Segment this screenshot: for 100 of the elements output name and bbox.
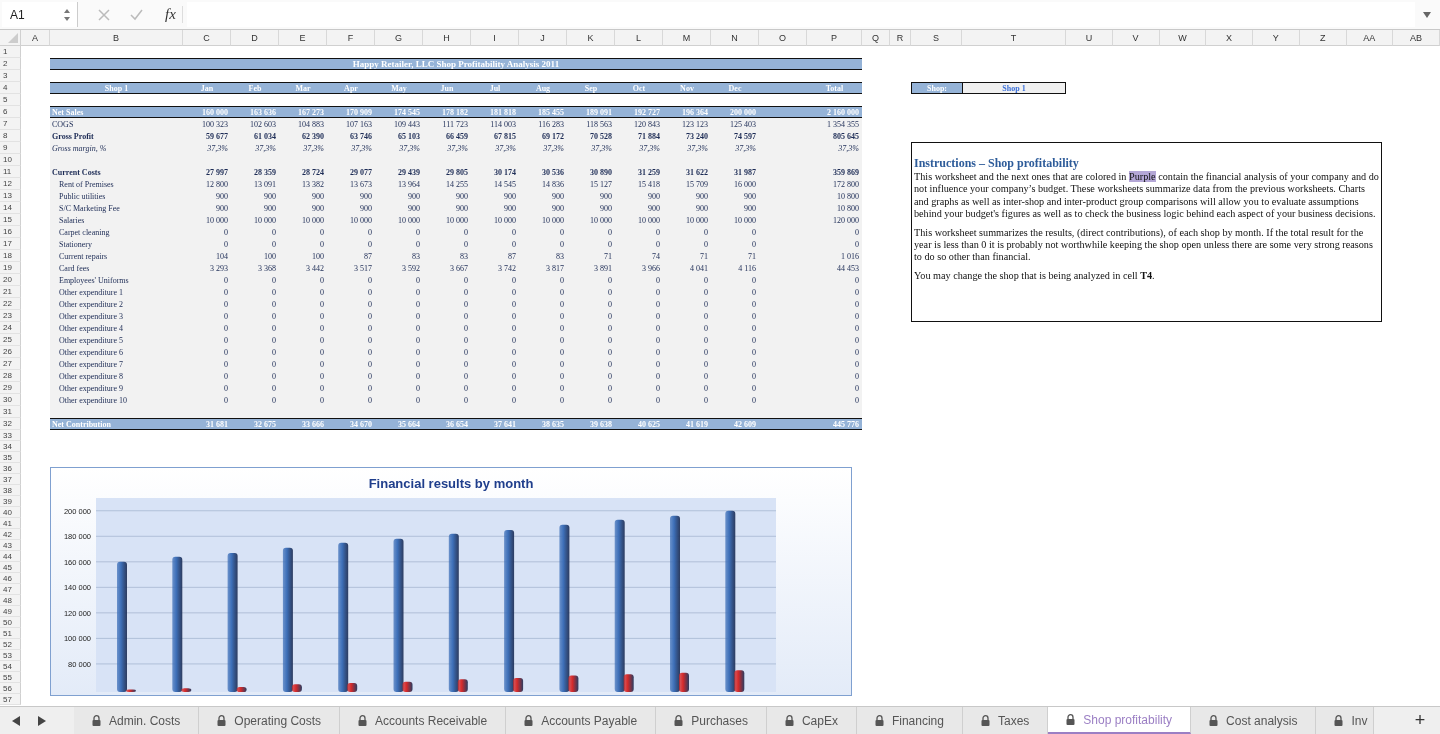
column-header[interactable]: D (231, 30, 279, 46)
row-header[interactable]: 55 (0, 672, 21, 683)
scroll-right-icon[interactable] (38, 715, 46, 726)
row-header[interactable]: 51 (0, 628, 21, 639)
row-header[interactable]: 45 (0, 562, 21, 573)
column-header[interactable]: F (327, 30, 375, 46)
row-header[interactable]: 6 (0, 106, 21, 118)
column-header[interactable]: O (759, 30, 807, 46)
row-header[interactable]: 27 (0, 358, 21, 370)
row-header[interactable]: 49 (0, 606, 21, 617)
column-header[interactable]: AA (1346, 30, 1394, 46)
row-header[interactable]: 21 (0, 286, 21, 298)
row-header[interactable]: 8 (0, 130, 21, 142)
row-header[interactable]: 29 (0, 382, 21, 394)
row-header[interactable]: 14 (0, 202, 21, 214)
column-header[interactable]: J (519, 30, 567, 46)
row-header[interactable]: 10 (0, 154, 21, 166)
sheet-tab[interactable]: Operating Costs (199, 707, 341, 734)
column-header[interactable]: Y (1253, 30, 1300, 46)
row-header[interactable]: 24 (0, 322, 21, 334)
sheet-tab[interactable]: CapEx (766, 707, 857, 734)
row-header[interactable]: 19 (0, 262, 21, 274)
sheet-tab[interactable]: Financing (856, 707, 963, 734)
row-header[interactable]: 7 (0, 118, 21, 130)
row-header[interactable]: 40 (0, 507, 21, 518)
sheet-tab[interactable]: Taxes (962, 707, 1049, 734)
row-header[interactable]: 11 (0, 166, 21, 178)
add-sheet-button[interactable]: + (1406, 709, 1434, 732)
function-button[interactable]: fx (165, 6, 183, 23)
row-header[interactable]: 43 (0, 540, 21, 551)
row-header[interactable]: 48 (0, 595, 21, 606)
sheet-tab[interactable]: Cost analysis (1191, 707, 1317, 734)
row-header[interactable]: 41 (0, 518, 21, 529)
row-header[interactable]: 22 (0, 298, 21, 310)
sheet-tab[interactable]: Purchases (656, 707, 767, 734)
column-header[interactable]: G (375, 30, 423, 46)
row-header[interactable]: 5 (0, 94, 21, 106)
column-header[interactable]: A (21, 30, 50, 46)
row-header[interactable]: 30 (0, 394, 21, 406)
row-header[interactable]: 9 (0, 142, 21, 154)
row-header[interactable]: 33 (0, 430, 21, 441)
column-header[interactable]: R (890, 30, 911, 46)
row-header[interactable]: 42 (0, 529, 21, 540)
scroll-left-icon[interactable] (12, 715, 20, 726)
row-header[interactable]: 36 (0, 463, 21, 474)
row-header[interactable]: 38 (0, 485, 21, 496)
sheet-tab[interactable]: Accounts Payable (506, 707, 657, 734)
row-header[interactable]: 17 (0, 238, 21, 250)
row-header[interactable]: 44 (0, 551, 21, 562)
column-header[interactable]: W (1159, 30, 1207, 46)
sheet-tab[interactable]: Inv (1316, 707, 1375, 734)
row-header[interactable]: 12 (0, 178, 21, 190)
row-header[interactable]: 3 (0, 70, 21, 82)
row-header[interactable]: 52 (0, 639, 21, 650)
row-header[interactable]: 20 (0, 274, 21, 286)
column-header[interactable]: T (962, 30, 1066, 46)
sheet-tab[interactable]: Accounts Receivable (340, 707, 507, 734)
caret-icon[interactable] (1423, 11, 1431, 18)
column-header[interactable]: E (279, 30, 327, 46)
column-header[interactable]: M (663, 30, 711, 46)
column-header[interactable]: AB (1393, 30, 1440, 46)
row-header[interactable]: 46 (0, 573, 21, 584)
row-header[interactable]: 57 (0, 694, 21, 705)
row-header[interactable]: 15 (0, 214, 21, 226)
column-header[interactable]: I (471, 30, 519, 46)
row-header[interactable]: 4 (0, 82, 21, 94)
row-header[interactable]: 50 (0, 617, 21, 628)
column-header[interactable]: B (50, 30, 183, 46)
column-header[interactable]: K (567, 30, 615, 46)
row-header[interactable]: 54 (0, 661, 21, 672)
sheet-tab[interactable]: Admin. Costs (74, 707, 200, 734)
column-header[interactable]: U (1066, 30, 1113, 46)
column-header[interactable]: H (423, 30, 471, 46)
row-header[interactable]: 28 (0, 370, 21, 382)
name-box[interactable]: A1 (2, 2, 78, 27)
row-header[interactable]: 34 (0, 441, 21, 452)
row-header[interactable]: 32 (0, 418, 21, 430)
row-header[interactable]: 2 (0, 58, 21, 70)
column-header[interactable]: Q (862, 30, 890, 46)
row-header[interactable]: 13 (0, 190, 21, 202)
column-header[interactable]: V (1112, 30, 1160, 46)
row-header[interactable]: 1 (0, 46, 21, 58)
row-header[interactable]: 37 (0, 474, 21, 485)
row-header[interactable]: 35 (0, 452, 21, 463)
row-header[interactable]: 16 (0, 226, 21, 238)
row-header[interactable]: 47 (0, 584, 21, 595)
row-header[interactable]: 39 (0, 496, 21, 507)
column-header[interactable]: X (1206, 30, 1253, 46)
row-header[interactable]: 56 (0, 683, 21, 694)
column-header[interactable]: S (911, 30, 962, 46)
column-header[interactable]: L (615, 30, 663, 46)
shop-field[interactable]: Shop 1 (962, 82, 1066, 94)
row-header[interactable]: 31 (0, 406, 21, 418)
column-header[interactable]: P (807, 30, 862, 46)
row-header[interactable]: 26 (0, 346, 21, 358)
sheet-tab[interactable]: Shop profitability (1048, 707, 1192, 734)
column-header[interactable]: N (711, 30, 759, 46)
column-header[interactable]: C (183, 30, 231, 46)
row-header[interactable]: 53 (0, 650, 21, 661)
row-header[interactable]: 18 (0, 250, 21, 262)
